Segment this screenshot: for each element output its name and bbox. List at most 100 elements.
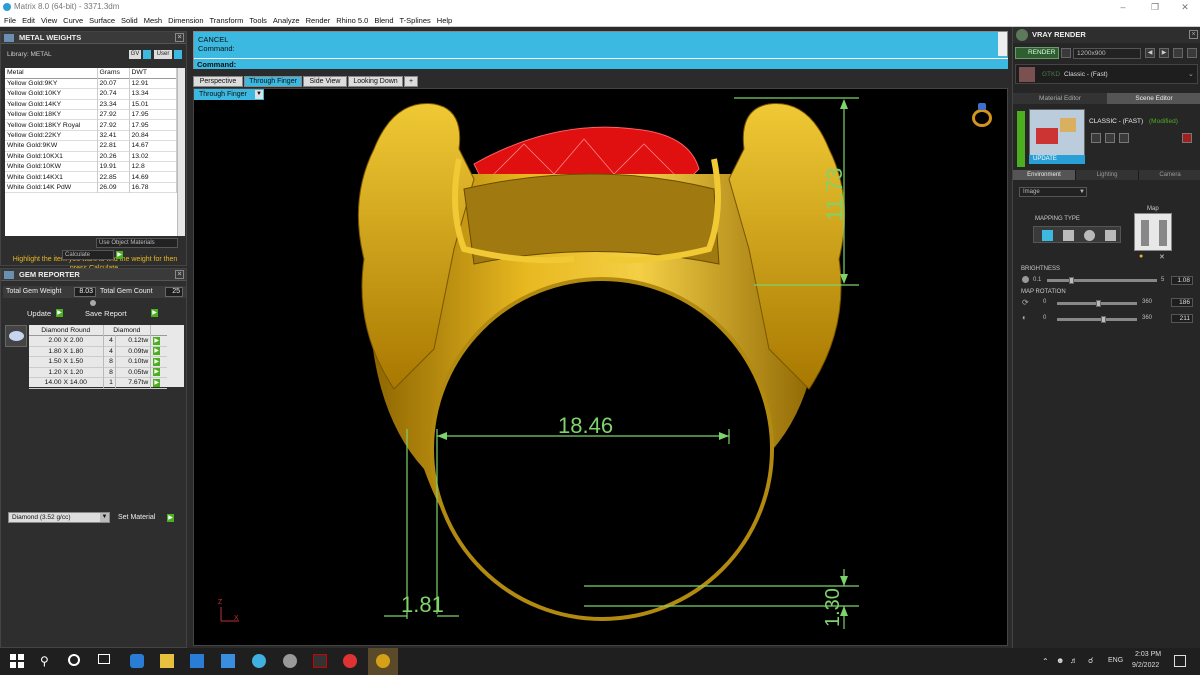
vray-render-button[interactable]: RENDER bbox=[1015, 47, 1059, 59]
tab-through-finger[interactable]: Through Finger bbox=[244, 76, 302, 87]
close-icon[interactable]: × bbox=[175, 270, 184, 279]
rotation-slider-vertical[interactable] bbox=[1057, 318, 1137, 321]
tab-side-view[interactable]: Side View bbox=[303, 76, 347, 87]
resolution-field[interactable]: 1200x900 bbox=[1073, 48, 1141, 59]
settings-icon[interactable] bbox=[1173, 48, 1183, 58]
map-thumbnail[interactable] bbox=[1134, 213, 1172, 251]
menu-mesh[interactable]: Mesh bbox=[144, 16, 162, 25]
menu-dimension[interactable]: Dimension bbox=[168, 16, 203, 25]
set-material-button[interactable]: Set Material bbox=[118, 514, 155, 521]
mapping-sphere-icon[interactable] bbox=[1084, 230, 1095, 241]
add-tab-button[interactable]: + bbox=[404, 76, 418, 87]
menu-surface[interactable]: Surface bbox=[89, 16, 115, 25]
table-row[interactable]: White Gold:14KX1 22.85 14.69 bbox=[5, 171, 177, 183]
menu-edit[interactable]: Edit bbox=[22, 16, 35, 25]
save-report-button[interactable]: Save Report bbox=[85, 309, 127, 318]
ring-view-icon[interactable] bbox=[970, 103, 994, 127]
load-icon[interactable] bbox=[1105, 133, 1115, 143]
tab-looking-down[interactable]: Looking Down bbox=[348, 76, 403, 87]
menu-tools[interactable]: Tools bbox=[249, 16, 267, 25]
chevron-down-icon[interactable]: ▼ bbox=[100, 513, 109, 522]
gem-update-button[interactable]: Update bbox=[27, 309, 51, 318]
clock-time[interactable]: 2:03 PM bbox=[1135, 651, 1161, 658]
menu-help[interactable]: Help bbox=[437, 16, 452, 25]
table-row[interactable]: Yellow Gold:22KY 32.41 20.84 bbox=[5, 130, 177, 141]
copy-icon[interactable] bbox=[1119, 133, 1129, 143]
gem-row-select-icon[interactable]: ▶ bbox=[153, 368, 161, 377]
close-icon[interactable]: × bbox=[1189, 30, 1198, 39]
table-row[interactable]: 1.20 X 1.20 8 0.05tw ▶ bbox=[29, 367, 167, 378]
rotation-slider-knob[interactable] bbox=[1101, 316, 1106, 323]
user-toggle[interactable]: User bbox=[154, 50, 172, 59]
notifications-icon[interactable] bbox=[1174, 655, 1186, 667]
menu-curve[interactable]: Curve bbox=[63, 16, 83, 25]
chevron-down-icon[interactable]: ▼ bbox=[1079, 188, 1085, 196]
task-view-icon[interactable] bbox=[98, 654, 110, 664]
table-row[interactable]: White Gold:10KX1 20.26 13.02 bbox=[5, 151, 177, 162]
mapping-screen-icon[interactable] bbox=[1042, 230, 1053, 241]
map-clear-icon[interactable]: ✕ bbox=[1159, 253, 1165, 261]
gem-column-shape[interactable]: Diamond Round bbox=[29, 325, 104, 336]
save-icon[interactable] bbox=[1091, 133, 1101, 143]
tab-scene-editor[interactable]: Scene Editor bbox=[1107, 93, 1200, 104]
gem-column-material[interactable]: Diamond bbox=[103, 325, 152, 336]
use-object-materials-checkbox[interactable]: Use Object Materials bbox=[96, 238, 178, 248]
table-row[interactable]: 1.80 X 1.80 4 0.09tw ▶ bbox=[29, 346, 167, 357]
brightness-slider[interactable] bbox=[1047, 279, 1157, 282]
gem-row-select-icon[interactable]: ▶ bbox=[153, 378, 161, 387]
metal-table-scrollbar[interactable] bbox=[177, 68, 185, 236]
menu-render[interactable]: Render bbox=[306, 16, 331, 25]
tab-environment[interactable]: Environment bbox=[1013, 170, 1075, 180]
mapping-cube-icon[interactable] bbox=[1063, 230, 1074, 241]
menu-transform[interactable]: Transform bbox=[210, 16, 244, 25]
map-star-icon[interactable]: ● bbox=[1139, 253, 1143, 260]
table-row[interactable]: Yellow Gold:14KY 23.34 15.01 bbox=[5, 99, 177, 110]
set-material-go-icon[interactable]: ▶ bbox=[167, 514, 174, 522]
matrix-taskbar-button[interactable] bbox=[368, 648, 398, 675]
menu-blend[interactable]: Blend bbox=[374, 16, 393, 25]
update-go-icon[interactable]: ▶ bbox=[56, 309, 63, 317]
calculate-go-icon[interactable]: ▶ bbox=[116, 251, 123, 259]
menu-analyze[interactable]: Analyze bbox=[273, 16, 300, 25]
maximize-icon[interactable]: ❐ bbox=[1140, 0, 1170, 14]
table-row[interactable]: Yellow Gold:18KY Royal 27.92 17.95 bbox=[5, 119, 177, 131]
menu-view[interactable]: View bbox=[41, 16, 57, 25]
gem-row-select-icon[interactable]: ▶ bbox=[153, 357, 161, 366]
chevron-down-icon[interactable]: ⌄ bbox=[1188, 70, 1194, 78]
column-header-grams[interactable]: Grams bbox=[97, 68, 130, 79]
clock-date[interactable]: 9/2/2022 bbox=[1132, 662, 1159, 669]
mail-icon[interactable] bbox=[221, 654, 235, 668]
brightness-slider-knob[interactable] bbox=[1069, 277, 1074, 284]
table-row[interactable]: Yellow Gold:9KY 20.07 12.91 bbox=[5, 78, 177, 89]
splitter-handle-icon[interactable] bbox=[90, 300, 96, 306]
table-row[interactable]: 14.00 X 14.00 1 7.67tw ▶ bbox=[29, 377, 167, 388]
language-indicator[interactable]: ENG bbox=[1108, 657, 1123, 664]
minimize-icon[interactable]: – bbox=[1108, 0, 1138, 14]
pin-icon[interactable] bbox=[1187, 48, 1197, 58]
menu-file[interactable]: File bbox=[4, 16, 16, 25]
preset-select[interactable]: GTKD Classic - (Fast) ⌄ bbox=[1015, 64, 1198, 84]
app-icon[interactable] bbox=[313, 654, 327, 668]
app-icon[interactable] bbox=[283, 654, 297, 668]
chrome-icon[interactable] bbox=[343, 654, 357, 668]
tab-camera[interactable]: Camera bbox=[1139, 170, 1200, 180]
windows-start-icon[interactable] bbox=[10, 654, 24, 668]
table-row[interactable]: White Gold:9KW 22.81 14.67 bbox=[5, 140, 177, 152]
gem-row-select-icon[interactable]: ▶ bbox=[153, 336, 161, 345]
people-icon[interactable]: ☻ bbox=[1056, 656, 1064, 665]
tray-chevron-icon[interactable]: ⌃ bbox=[1042, 657, 1049, 666]
edge-icon[interactable] bbox=[130, 654, 144, 668]
table-row[interactable]: White Gold:10KW 19.91 12.8 bbox=[5, 161, 177, 172]
app-icon[interactable] bbox=[252, 654, 266, 668]
command-scrollbar[interactable] bbox=[998, 32, 1007, 56]
file-explorer-icon[interactable] bbox=[160, 654, 174, 668]
search-icon[interactable]: ⚲ bbox=[40, 654, 54, 668]
prev-icon[interactable]: ◀ bbox=[1145, 48, 1155, 58]
table-row[interactable]: 1.50 X 1.50 8 0.10tw ▶ bbox=[29, 356, 167, 367]
render-region-icon[interactable] bbox=[1061, 48, 1071, 58]
tab-perspective[interactable]: Perspective bbox=[193, 76, 243, 87]
save-report-go-icon[interactable]: ▶ bbox=[151, 309, 158, 317]
scene-expand-handle[interactable] bbox=[1017, 111, 1025, 167]
close-icon[interactable]: × bbox=[175, 33, 184, 42]
table-row[interactable]: Yellow Gold:18KY 27.92 17.95 bbox=[5, 109, 177, 120]
